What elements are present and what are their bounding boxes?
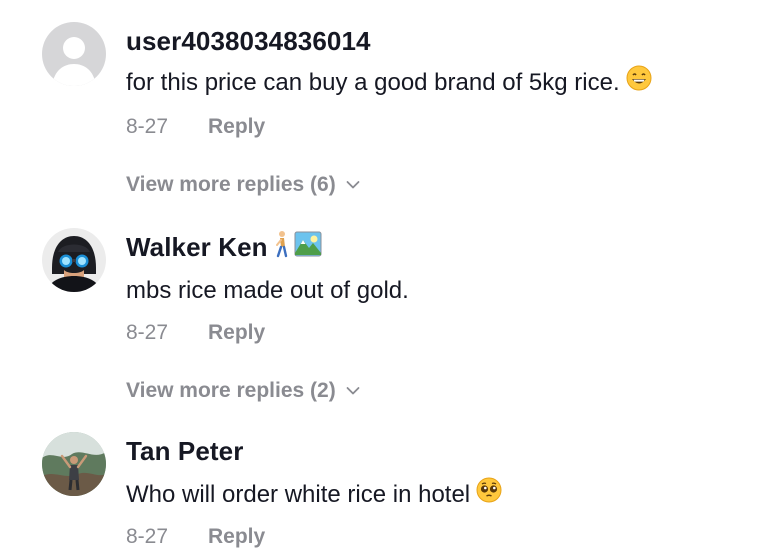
pleading-face-emoji-icon: [476, 477, 502, 511]
comment-date: 8-27: [126, 321, 169, 344]
sunrise-over-mountains-emoji-icon: [294, 231, 322, 264]
default-avatar-icon: [42, 22, 106, 86]
comment-date: 8-27: [126, 115, 169, 138]
chevron-down-icon: [346, 171, 360, 197]
avatar[interactable]: [42, 228, 106, 292]
user-photo-icon: [42, 228, 106, 292]
comment-meta: 8-27 Reply: [126, 524, 265, 550]
username[interactable]: Walker Ken: [126, 232, 268, 262]
user-photo-icon: [42, 432, 106, 496]
username[interactable]: Tan Peter: [126, 435, 243, 467]
reply-button[interactable]: Reply: [208, 524, 265, 550]
comment-text-row: for this price can buy a good brand of 5…: [126, 65, 652, 99]
avatar[interactable]: [42, 22, 106, 86]
chevron-down-icon: [346, 377, 360, 403]
grinning-face-emoji-icon: [626, 65, 652, 99]
comment-text: mbs rice made out of gold.: [126, 277, 409, 304]
comment-date: 8-27: [126, 525, 169, 548]
comment-meta: 8-27 Reply: [126, 320, 265, 346]
avatar[interactable]: [42, 432, 106, 496]
view-more-replies-label: View more replies (2): [126, 379, 336, 402]
person-walking-emoji-icon: [272, 230, 290, 265]
view-more-replies-label: View more replies (6): [126, 173, 336, 196]
comment-text: Who will order white rice in hotel: [126, 481, 471, 508]
comment-text: for this price can buy a good brand of 5…: [126, 69, 620, 96]
comment-meta: 8-27 Reply: [126, 114, 265, 140]
reply-button[interactable]: Reply: [208, 320, 265, 346]
view-more-replies-button[interactable]: View more replies (6): [126, 172, 360, 198]
reply-button[interactable]: Reply: [208, 114, 265, 140]
username-row: Walker Ken: [126, 230, 322, 265]
comment-text-row: Who will order white rice in hotel: [126, 477, 502, 511]
view-more-replies-button[interactable]: View more replies (2): [126, 378, 360, 404]
username[interactable]: user4038034836014: [126, 25, 371, 57]
